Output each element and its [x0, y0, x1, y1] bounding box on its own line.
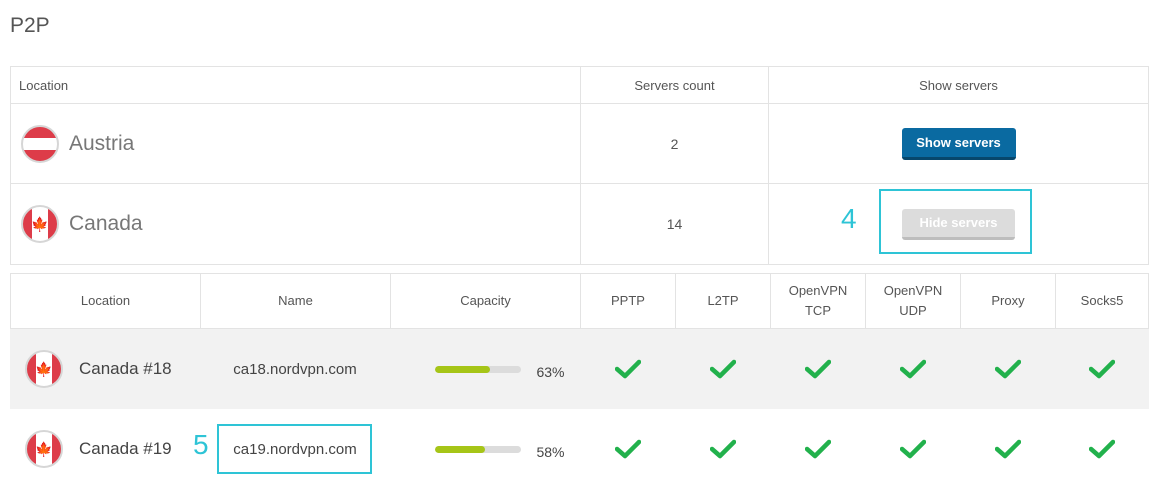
l2tp-cell	[675, 439, 770, 459]
country-name: Austria	[69, 131, 135, 155]
openvpn-tcp-cell	[770, 439, 865, 459]
check-icon	[994, 359, 1021, 379]
check-icon	[899, 359, 926, 379]
header-openvpn-udp-line2: UDP	[899, 303, 927, 318]
capacity-bar	[435, 445, 522, 453]
country-name: Canada	[69, 212, 143, 235]
server-location-name: Canada #18	[79, 359, 172, 378]
check-icon	[1089, 359, 1115, 379]
show-servers-button[interactable]: Show servers	[901, 127, 1016, 160]
servers-count: 14	[581, 184, 769, 264]
canada-flag-icon: 🍁	[21, 205, 59, 243]
austria-flag-icon	[21, 124, 59, 163]
server-hostname: ca18.nordvpn.com	[233, 360, 357, 378]
capacity-bar-fill	[435, 445, 486, 453]
canada-flag-icon: 🍁	[25, 350, 63, 388]
openvpn-udp-cell	[865, 359, 960, 379]
header-socks5: Socks5	[1080, 293, 1124, 308]
servers-count: 2	[581, 104, 769, 183]
server-capacity: 58%	[390, 438, 580, 460]
check-icon	[804, 359, 831, 379]
country-cell: 🍁 Canada	[11, 184, 581, 264]
l2tp-cell	[675, 359, 770, 379]
capacity-percent: 63%	[536, 364, 565, 380]
header-l2tp: L2TP	[676, 274, 771, 328]
show-servers-cell: Show servers	[769, 104, 1148, 183]
server-location: 🍁 Canada #19	[10, 430, 200, 468]
page-title: P2P	[10, 14, 50, 37]
server-capacity: 63%	[390, 358, 580, 380]
check-icon	[709, 439, 736, 459]
header-show-servers: Show servers	[919, 77, 998, 93]
header-openvpn-tcp: OpenVPN TCP	[771, 274, 866, 328]
check-icon	[804, 439, 831, 459]
country-cell: Austria	[11, 104, 581, 183]
country-row-austria: Austria 2 Show servers	[11, 104, 1148, 184]
server-row-canada-18: 🍁 Canada #18 ca18.nordvpn.com 63%	[10, 329, 1149, 409]
header-openvpn-udp-line1: OpenVPN	[883, 283, 943, 298]
proxy-cell	[960, 359, 1055, 379]
check-icon	[1089, 439, 1115, 459]
servers-table: Location Name Capacity PPTP L2TP OpenVPN…	[10, 273, 1149, 489]
capacity-bar	[435, 365, 522, 373]
check-icon	[709, 359, 736, 379]
server-location-name: Canada #19	[79, 439, 172, 458]
countries-table-header: Location Servers count Show servers	[11, 67, 1148, 104]
header-openvpn-udp: OpenVPN UDP	[866, 274, 961, 328]
pptp-cell	[580, 359, 675, 379]
header-location: Location	[11, 67, 581, 103]
header-openvpn-tcp-line2: TCP	[804, 303, 831, 318]
capacity-percent: 58%	[536, 444, 565, 460]
callout-box-hostname	[217, 424, 372, 474]
openvpn-tcp-cell	[770, 359, 865, 379]
canada-flag-icon: 🍁	[25, 430, 63, 468]
header-proxy: Proxy	[961, 274, 1056, 328]
server-row-canada-19: 🍁 Canada #19 ca19.nordvpn.com 58%	[10, 409, 1149, 489]
callout-number-4: 4	[841, 203, 857, 234]
server-location: 🍁 Canada #18	[10, 350, 200, 388]
check-icon	[899, 439, 926, 459]
socks5-cell	[1055, 359, 1149, 379]
header-capacity: Capacity	[391, 274, 581, 328]
check-icon	[994, 439, 1021, 459]
servers-table-header: Location Name Capacity PPTP L2TP OpenVPN…	[10, 273, 1149, 329]
header-name: Name	[201, 274, 391, 328]
header-location: Location	[11, 274, 201, 328]
maple-leaf-icon: 🍁	[35, 361, 53, 377]
callout-number-5: 5	[193, 429, 209, 460]
check-icon	[614, 359, 641, 379]
capacity-bar-fill	[435, 365, 490, 373]
header-servers-count: Servers count	[581, 67, 769, 103]
maple-leaf-icon: 🍁	[31, 216, 49, 232]
header-openvpn-tcp-line1: OpenVPN	[788, 283, 848, 298]
socks5-cell	[1055, 439, 1149, 459]
proxy-cell	[960, 439, 1055, 459]
pptp-cell	[580, 439, 675, 459]
callout-box-hide-servers	[879, 189, 1032, 254]
openvpn-udp-cell	[865, 439, 960, 459]
check-icon	[614, 439, 641, 459]
maple-leaf-icon: 🍁	[35, 441, 53, 457]
header-pptp: PPTP	[581, 274, 676, 328]
